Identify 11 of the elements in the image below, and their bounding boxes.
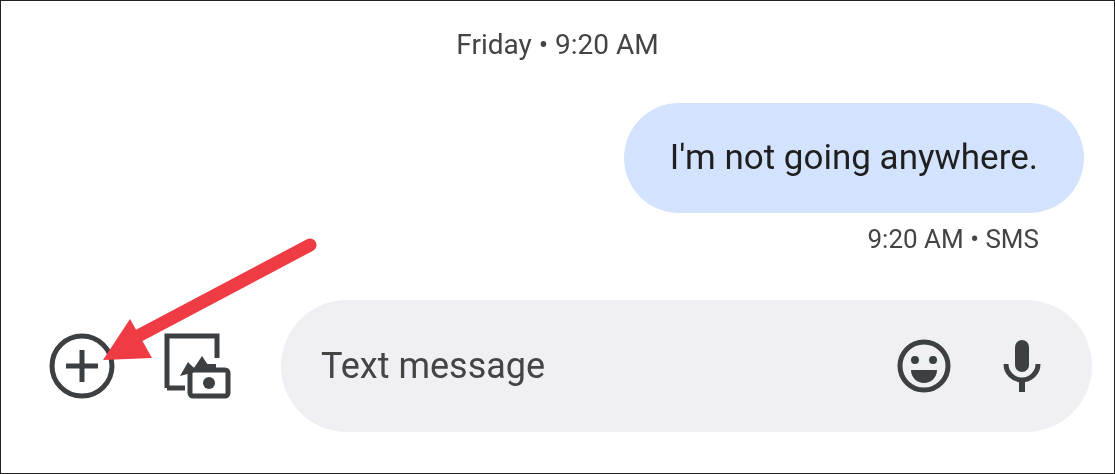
plus-circle-icon	[48, 332, 116, 400]
emoji-icon[interactable]	[896, 338, 952, 394]
microphone-icon[interactable]	[1002, 338, 1042, 394]
message-bubble: I'm not going anywhere.	[623, 103, 1084, 213]
date-header: Friday • 9:20 AM	[456, 27, 659, 63]
message-field[interactable]: Text message	[281, 300, 1092, 432]
gallery-button[interactable]	[163, 331, 233, 401]
message-input[interactable]: Text message	[321, 339, 896, 393]
add-button[interactable]	[47, 331, 117, 401]
message-meta: 9:20 AM • SMS	[867, 223, 1039, 255]
photo-camera-icon	[164, 332, 232, 400]
